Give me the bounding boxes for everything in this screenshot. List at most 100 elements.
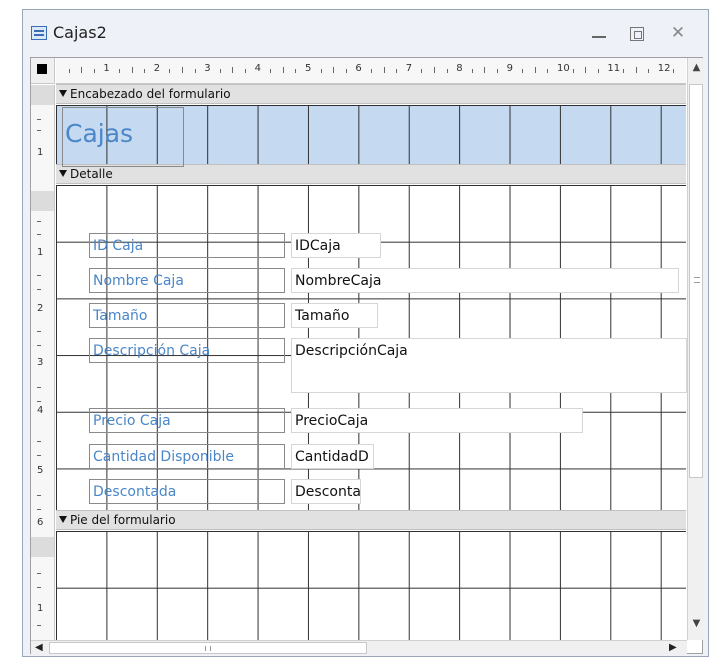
ruler-tick: [396, 69, 398, 73]
ruler-tick: [648, 69, 650, 73]
form-title-label[interactable]: Cajas: [62, 107, 184, 167]
textbox-nombrecaja[interactable]: NombreCaja: [291, 268, 679, 293]
scroll-right-icon[interactable]: ▶: [669, 642, 681, 654]
label-tamano[interactable]: Tamaño: [89, 303, 285, 328]
ruler-number: 12: [657, 63, 671, 74]
ruler-tick: [194, 69, 196, 73]
ruler-number: 5: [305, 63, 312, 74]
ruler-number: 10: [557, 63, 570, 74]
vruler-number: 4: [37, 405, 44, 416]
vruler-number: 3: [37, 357, 44, 368]
vertical-scrollbar[interactable]: ▲ ▼: [687, 58, 704, 640]
textbox-tamano[interactable]: Tamaño: [291, 303, 378, 328]
grip-icon: [694, 277, 700, 283]
label-descontada[interactable]: Descontada: [89, 479, 285, 504]
ruler-tick: [182, 67, 183, 73]
checkbox-descontada[interactable]: Desconta: [291, 479, 361, 504]
ruler-tick: [295, 69, 297, 73]
ruler-tick: [371, 69, 372, 73]
scroll-down-icon[interactable]: ▼: [688, 618, 705, 632]
ruler-tick: [585, 67, 587, 73]
vertical-ruler[interactable]: 1 1 2 3 4 5 6 1: [31, 85, 55, 640]
ruler-tick: [484, 67, 486, 73]
title-bar[interactable]: Cajas2 ✕: [23, 10, 708, 57]
textbox-cantidadd[interactable]: CantidadD: [291, 444, 374, 469]
scroll-up-icon[interactable]: ▲: [688, 62, 705, 76]
ruler-tick: [270, 69, 272, 73]
ruler-tick: [345, 69, 347, 73]
ruler-number: 9: [506, 63, 513, 74]
vruler-number: 1: [37, 247, 44, 258]
section-bar-header[interactable]: Encabezado del formulario: [56, 84, 686, 104]
vruler-band-header: [31, 85, 54, 105]
design-surface: 123456789101112 1 1 2 3 4 5 6: [30, 57, 704, 655]
ruler-tick: [383, 67, 385, 73]
ruler-tick: [446, 69, 448, 73]
ruler-tick: [68, 69, 70, 73]
section-bar-detail[interactable]: Detalle: [56, 164, 686, 184]
ruler-tick: [169, 69, 171, 73]
form-icon: [31, 26, 47, 40]
vertical-scroll-thumb[interactable]: [689, 84, 703, 478]
ruler-tick: [245, 69, 246, 73]
vruler-band-footer: [31, 537, 54, 557]
label-descripcion-caja[interactable]: Descripción Caja: [89, 338, 285, 363]
ruler-tick: [421, 69, 423, 73]
ruler-tick: [119, 69, 120, 73]
ruler-tick: [434, 67, 435, 73]
horizontal-scrollbar[interactable]: ◀ ▶: [31, 640, 687, 655]
ruler-tick: [93, 69, 95, 73]
ruler-number: 6: [355, 63, 362, 74]
ruler-tick: [219, 69, 221, 73]
section-footer-area[interactable]: [56, 531, 686, 640]
textbox-idcaja[interactable]: IDCaja: [291, 233, 381, 258]
ruler-number: 2: [153, 63, 161, 74]
vruler-number: 1: [37, 147, 44, 158]
label-id-caja[interactable]: ID Caja: [89, 233, 285, 258]
ruler-tick: [131, 67, 133, 73]
ruler-number: 4: [254, 63, 261, 74]
ruler-tick: [673, 69, 675, 73]
ruler-tick: [534, 67, 536, 73]
close-icon[interactable]: ✕: [667, 24, 689, 42]
ruler-number: 8: [456, 63, 463, 74]
ruler-tick: [320, 69, 322, 73]
ruler-tick: [497, 69, 498, 73]
ruler-tick: [547, 69, 549, 73]
ruler-tick: [623, 69, 624, 73]
horizontal-scroll-thumb[interactable]: [49, 642, 367, 654]
ruler-tick: [81, 67, 83, 73]
ruler-number: 11: [607, 63, 621, 74]
select-form-icon[interactable]: [31, 58, 55, 84]
grip-icon: [205, 646, 211, 651]
ruler-tick: [522, 69, 524, 73]
label-precio-caja[interactable]: Precio Caja: [89, 408, 285, 433]
ruler-tick: [144, 69, 146, 73]
ruler-tick: [572, 69, 574, 73]
vruler-band-detail: [31, 191, 54, 211]
textbox-preciocaja[interactable]: PrecioCaja: [291, 408, 583, 433]
ruler-number: 1: [103, 63, 110, 74]
maximize-icon[interactable]: [630, 27, 644, 41]
ruler-tick: [597, 69, 599, 73]
vruler-number: 2: [37, 303, 44, 314]
section-bar-footer[interactable]: Pie del formulario: [56, 510, 686, 530]
textbox-descripcioncaja[interactable]: DescripciónCaja: [291, 338, 687, 393]
ruler-number: 3: [204, 63, 211, 74]
ruler-number: 7: [405, 63, 413, 74]
ruler-tick: [333, 67, 335, 73]
window-title: Cajas2: [53, 23, 107, 42]
ruler-tick: [282, 67, 284, 73]
horizontal-ruler[interactable]: 1 2 3 4 5 6 7 8 9 10 11 12: [56, 58, 686, 84]
label-nombre-caja[interactable]: Nombre Caja: [89, 268, 285, 293]
label-cantidad-disponible[interactable]: Cantidad Disponible: [89, 444, 285, 469]
vruler-number: 5: [37, 465, 44, 476]
ruler-tick: [232, 67, 234, 73]
ruler-tick: [635, 67, 637, 73]
vruler-number: 6: [37, 517, 44, 528]
scroll-left-icon[interactable]: ◀: [35, 642, 47, 654]
form-window: Cajas2 ✕ 1 2 3 4 5 6 7 8 9 10 11 12 1 1 2 3 4: [22, 9, 709, 657]
ruler-tick: [471, 69, 473, 73]
minimize-icon[interactable]: [588, 24, 610, 42]
vruler-number: 1: [37, 603, 44, 614]
